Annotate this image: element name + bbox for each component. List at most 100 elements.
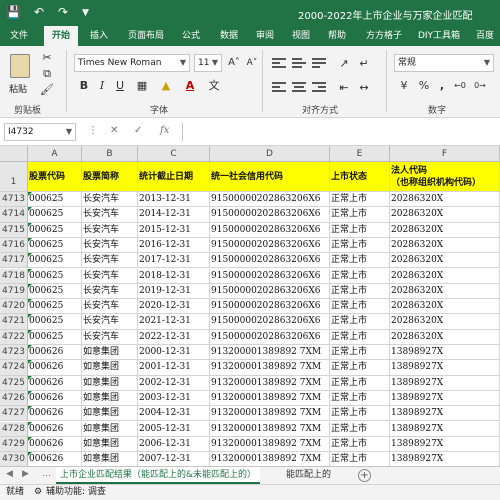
cell-legal-code[interactable]: 13898927X [390, 360, 500, 376]
cell-credit-code[interactable]: 913200001389892 7XM [210, 421, 330, 437]
wen-button[interactable]: 文 [206, 78, 222, 94]
cell-report-date[interactable]: 2017-12-31 [138, 253, 210, 269]
sheet-tab-match-results[interactable]: 上市企业匹配结果（能匹配上的&未能匹配上的） [56, 467, 261, 484]
column-header-d[interactable]: D [210, 146, 330, 162]
column-header-f[interactable]: F [390, 146, 500, 162]
cell-listing-status[interactable]: 正常上市 [330, 283, 390, 300]
cell-report-date[interactable]: 2013-12-31 [138, 192, 210, 208]
cancel-icon[interactable]: ✕ [110, 125, 118, 136]
header-cell-legal-code[interactable]: 法人代码 （也称组织机构代码） [390, 162, 500, 192]
cell-credit-code[interactable]: 913200001389892 7XM [210, 436, 330, 453]
cell-stock-code[interactable]: 000625 [28, 192, 82, 208]
header-cell-report-date[interactable]: 统计截止日期 [138, 162, 210, 192]
shrink-font-button[interactable]: A˅ [244, 55, 260, 71]
tab-diy-toolbox[interactable]: DIY工具箱 [414, 26, 464, 46]
cell-stock-name[interactable]: 长安汽车 [82, 268, 138, 284]
cell-report-date[interactable]: 2005-12-31 [138, 421, 210, 437]
cell-report-date[interactable]: 2020-12-31 [138, 299, 210, 315]
cell-listing-status[interactable]: 正常上市 [330, 345, 390, 361]
row-header[interactable]: 4727 [0, 406, 28, 422]
cell-report-date[interactable]: 2015-12-31 [138, 222, 210, 238]
cell-report-date[interactable]: 2004-12-31 [138, 406, 210, 422]
cell-legal-code[interactable]: 20286320X [390, 237, 500, 254]
cell-stock-name[interactable]: 长安汽车 [82, 253, 138, 269]
cell-stock-code[interactable]: 000626 [28, 421, 82, 437]
cell-listing-status[interactable]: 正常上市 [330, 237, 390, 254]
cell-listing-status[interactable]: 正常上市 [330, 268, 390, 284]
cell-listing-status[interactable]: 正常上市 [330, 452, 390, 466]
cell-stock-name[interactable]: 如意集团 [82, 375, 138, 391]
cell-report-date[interactable]: 2022-12-31 [138, 329, 210, 345]
tab-page-layout[interactable]: 页面布局 [122, 26, 170, 46]
cell-credit-code[interactable]: 91500000202863206X6 [210, 237, 330, 254]
cell-listing-status[interactable]: 正常上市 [330, 360, 390, 376]
header-cell-stock-name[interactable]: 股票简称 [82, 162, 138, 192]
row-header[interactable]: 4719 [0, 283, 28, 300]
insert-function-button[interactable]: fx [160, 125, 169, 136]
save-icon[interactable]: 💾 [6, 5, 21, 19]
cell-stock-code[interactable]: 000626 [28, 436, 82, 453]
format-painter-icon[interactable]: 🖌 [40, 84, 54, 96]
redo-icon[interactable]: ↷ [58, 5, 68, 19]
cell-stock-code[interactable]: 000625 [28, 268, 82, 284]
cell-report-date[interactable]: 2000-12-31 [138, 345, 210, 361]
cell-listing-status[interactable]: 正常上市 [330, 390, 390, 407]
cell-legal-code[interactable]: 20286320X [390, 329, 500, 345]
row-header[interactable]: 4721 [0, 314, 28, 330]
indent-icon[interactable]: ⇤ [336, 80, 352, 96]
bold-button[interactable]: B [76, 78, 92, 94]
percent-button[interactable]: % [416, 78, 432, 94]
cell-credit-code[interactable]: 91500000202863206X6 [210, 314, 330, 330]
cell-stock-name[interactable]: 如意集团 [82, 436, 138, 453]
cell-report-date[interactable]: 2018-12-31 [138, 268, 210, 284]
comma-button[interactable]: , [434, 78, 450, 94]
cell-stock-name[interactable]: 长安汽车 [82, 222, 138, 238]
name-box[interactable]: I4732 ▼ [4, 123, 76, 141]
cell-stock-code[interactable]: 000626 [28, 345, 82, 361]
italic-button[interactable]: I [94, 78, 110, 94]
scroll-left-icon[interactable]: ◀ [6, 469, 13, 479]
cut-icon[interactable]: ✂ [40, 52, 54, 64]
cell-stock-code[interactable]: 000626 [28, 406, 82, 422]
cell-listing-status[interactable]: 正常上市 [330, 314, 390, 330]
cell-stock-code[interactable]: 000626 [28, 452, 82, 466]
tab-baidu[interactable]: 百度 [470, 26, 500, 46]
cell-listing-status[interactable]: 正常上市 [330, 192, 390, 208]
cell-stock-code[interactable]: 000625 [28, 283, 82, 300]
font-size-select[interactable]: 11 ▼ [194, 54, 222, 72]
cell-listing-status[interactable]: 正常上市 [330, 421, 390, 437]
cell-stock-name[interactable]: 长安汽车 [82, 329, 138, 345]
cell-report-date[interactable]: 2016-12-31 [138, 237, 210, 254]
currency-icon[interactable]: ¥ [396, 78, 412, 94]
align-right-icon[interactable] [312, 82, 326, 94]
tab-insert[interactable]: 插入 [84, 26, 114, 46]
cell-listing-status[interactable]: 正常上市 [330, 406, 390, 422]
row-header[interactable]: 4724 [0, 360, 28, 376]
cell-stock-code[interactable]: 000626 [28, 375, 82, 391]
cell-legal-code[interactable]: 13898927X [390, 406, 500, 422]
cell-credit-code[interactable]: 91500000202863206X6 [210, 268, 330, 284]
cell-report-date[interactable]: 2002-12-31 [138, 375, 210, 391]
cell-credit-code[interactable]: 913200001389892 7XM [210, 360, 330, 376]
cell-legal-code[interactable]: 20286320X [390, 314, 500, 330]
cell-stock-name[interactable]: 长安汽车 [82, 237, 138, 254]
cell-stock-code[interactable]: 000625 [28, 253, 82, 269]
cell-stock-code[interactable]: 000626 [28, 360, 82, 376]
merge-cells-icon[interactable]: ↔ [356, 80, 372, 96]
tab-fangfang[interactable]: 方方格子 [360, 26, 408, 46]
align-top-icon[interactable] [272, 58, 286, 70]
header-cell-listing-status[interactable]: 上市状态 [330, 162, 390, 192]
cell-report-date[interactable]: 2007-12-31 [138, 452, 210, 466]
tab-home[interactable]: 开始 [44, 26, 78, 46]
cell-listing-status[interactable]: 正常上市 [330, 375, 390, 391]
row-header[interactable]: 4723 [0, 345, 28, 361]
tab-view[interactable]: 视图 [286, 26, 316, 46]
copy-icon[interactable]: ⧉ [40, 68, 54, 80]
cell-legal-code[interactable]: 20286320X [390, 207, 500, 223]
cell-credit-code[interactable]: 91500000202863206X6 [210, 253, 330, 269]
cell-stock-code[interactable]: 000625 [28, 222, 82, 238]
cell-stock-name[interactable]: 如意集团 [82, 390, 138, 407]
cell-stock-name[interactable]: 长安汽车 [82, 283, 138, 300]
cell-legal-code[interactable]: 13898927X [390, 452, 500, 466]
cell-listing-status[interactable]: 正常上市 [330, 436, 390, 453]
